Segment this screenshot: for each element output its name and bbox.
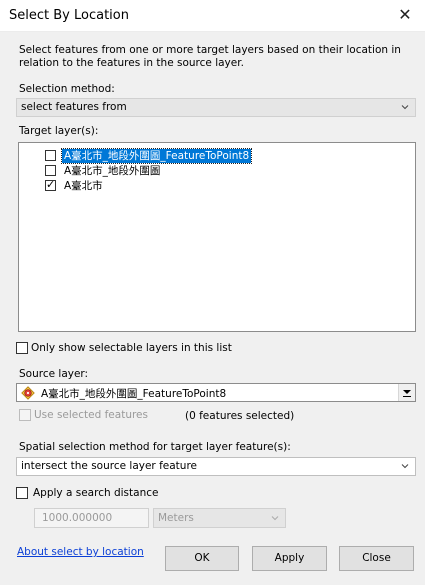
source-layer-label: Source layer: (19, 368, 89, 380)
source-layer-dropdown[interactable]: A臺北市_地段外圍圖_FeatureToPoint8 (16, 383, 416, 402)
selection-method-dropdown[interactable]: select features from (16, 98, 416, 117)
distance-unit-dropdown[interactable]: Meters (153, 508, 286, 528)
intro-text: Select features from one or more target … (19, 44, 401, 69)
dropdown-button[interactable] (398, 384, 415, 401)
target-layers-list[interactable]: A臺北市_地段外圍圖_FeatureToPoint8 A臺北市_地段外圍圖 A臺… (18, 142, 416, 332)
search-distance-checkbox[interactable] (16, 487, 28, 499)
point-layer-icon (21, 386, 35, 400)
only-selectable-checkbox[interactable] (16, 342, 28, 354)
close-button[interactable]: Close (339, 546, 414, 571)
checkbox[interactable] (45, 150, 56, 161)
layer-label: A臺北市_地段外圍圖 (64, 165, 161, 177)
distance-unit-value: Meters (158, 512, 194, 524)
chevron-down-icon (401, 464, 409, 469)
dialog-body: Select features from one or more target … (0, 32, 425, 585)
search-distance-value: 1000.000000 (42, 512, 113, 524)
search-distance-label: Apply a search distance (33, 487, 159, 499)
layer-label: A臺北市_地段外圍圖_FeatureToPoint8 (60, 148, 253, 164)
checkbox[interactable] (45, 165, 56, 176)
dropdown-arrow-icon (403, 390, 411, 394)
use-selected-label: Use selected features (34, 409, 148, 421)
layer-label: A臺北市 (64, 180, 103, 192)
selection-method-value: select features from (21, 101, 127, 113)
only-selectable-label: Only show selectable layers in this list (31, 342, 232, 354)
selection-method-label: Selection method: (19, 83, 115, 95)
apply-button[interactable]: Apply (252, 546, 327, 571)
spatial-method-label: Spatial selection method for target laye… (19, 441, 291, 453)
use-selected-checkbox[interactable] (19, 409, 31, 421)
spatial-method-value: intersect the source layer feature (21, 460, 197, 472)
window-title: Select By Location (9, 8, 129, 23)
source-layer-value: A臺北市_地段外圍圖_FeatureToPoint8 (41, 388, 227, 400)
target-layers-label: Target layer(s): (19, 125, 99, 137)
title-bar: Select By Location ✕ (0, 0, 425, 32)
close-icon[interactable]: ✕ (395, 4, 415, 26)
spatial-method-dropdown[interactable]: intersect the source layer feature (16, 457, 416, 476)
about-link[interactable]: About select by location (17, 546, 144, 558)
chevron-down-icon (401, 105, 409, 110)
checkbox-checked[interactable] (45, 178, 56, 192)
ok-button[interactable]: OK (165, 546, 239, 571)
features-selected-count: (0 features selected) (185, 410, 295, 422)
chevron-down-icon (271, 516, 279, 521)
search-distance-input[interactable]: 1000.000000 (34, 508, 149, 528)
